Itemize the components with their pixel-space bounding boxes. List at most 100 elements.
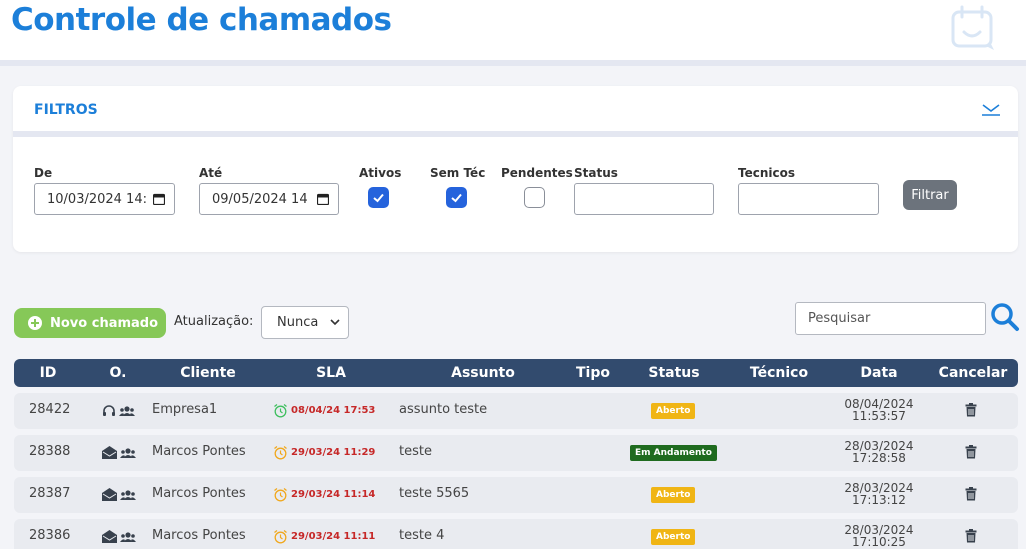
row-sla-value: 29/03/24 11:11 bbox=[291, 531, 376, 542]
row-origin bbox=[102, 404, 135, 418]
users-icon bbox=[120, 531, 136, 542]
sem-tec-checkbox[interactable] bbox=[446, 187, 467, 208]
sem-tec-label: Sem Téc bbox=[430, 166, 486, 180]
col-id[interactable]: ID bbox=[14, 359, 82, 387]
table-row[interactable]: 28386 Marcos Pontes 29/03/24 11:11 teste… bbox=[14, 519, 1018, 549]
alarm-clock-icon bbox=[274, 487, 287, 502]
filters-divider bbox=[13, 131, 1018, 137]
status-label: Status bbox=[574, 166, 618, 180]
users-icon bbox=[120, 447, 136, 458]
col-sla[interactable]: SLA bbox=[294, 359, 368, 387]
refresh-select[interactable]: Nunca bbox=[261, 306, 349, 339]
row-cliente: Empresa1 bbox=[152, 402, 218, 417]
row-cliente: Marcos Pontes bbox=[152, 486, 246, 501]
search-input[interactable]: Pesquisar bbox=[795, 302, 986, 335]
plus-circle-icon bbox=[28, 316, 42, 330]
status-badge: Aberto bbox=[651, 487, 696, 503]
row-date-time: 11:53:57 bbox=[852, 409, 906, 423]
trash-icon[interactable] bbox=[965, 445, 977, 459]
search-icon[interactable] bbox=[990, 302, 1020, 332]
ativos-checkbox[interactable] bbox=[368, 187, 389, 208]
row-date: 28/03/2024 17:28:58 bbox=[829, 440, 929, 464]
de-date-value: 10/03/2024 14: bbox=[47, 191, 147, 207]
users-icon bbox=[119, 406, 135, 416]
page-header: Controle de chamados bbox=[0, 0, 1026, 60]
row-sla: 29/03/24 11:11 bbox=[273, 529, 375, 544]
collapse-chevron-icon[interactable] bbox=[980, 100, 1002, 118]
refresh-select-value: Nunca bbox=[277, 315, 319, 330]
table-header: ID O. Cliente SLA Assunto Tipo Status Té… bbox=[14, 359, 1018, 387]
row-assunto: assunto teste bbox=[399, 402, 488, 417]
col-cancelar[interactable]: Cancelar bbox=[938, 359, 1008, 387]
col-assunto[interactable]: Assunto bbox=[434, 359, 532, 387]
tecnicos-input[interactable] bbox=[738, 183, 879, 215]
row-assunto: teste bbox=[399, 444, 432, 459]
col-tipo[interactable]: Tipo bbox=[564, 359, 622, 387]
alarm-clock-icon bbox=[274, 529, 287, 544]
row-sla-value: 08/04/24 17:53 bbox=[291, 405, 376, 416]
filters-title: FILTROS bbox=[34, 102, 98, 118]
calendar-icon[interactable] bbox=[317, 193, 329, 205]
row-origin bbox=[102, 488, 136, 501]
row-origin bbox=[102, 446, 136, 459]
check-icon bbox=[451, 193, 462, 203]
status-input[interactable] bbox=[574, 183, 714, 215]
col-origin[interactable]: O. bbox=[98, 359, 138, 387]
chevron-down-icon bbox=[330, 319, 340, 326]
filters-panel: FILTROS De 10/03/2024 14: Até 09/05/2024… bbox=[13, 86, 1018, 252]
ate-date-value: 09/05/2024 14 bbox=[212, 191, 308, 207]
row-sla: 08/04/24 17:53 bbox=[273, 403, 375, 418]
col-cliente[interactable]: Cliente bbox=[164, 359, 252, 387]
refresh-label: Atualização: bbox=[174, 314, 254, 329]
trash-icon[interactable] bbox=[965, 529, 977, 543]
email-icon bbox=[102, 446, 117, 459]
de-label: De bbox=[34, 166, 53, 180]
row-sla-value: 29/03/24 11:14 bbox=[291, 489, 376, 500]
col-data[interactable]: Data bbox=[844, 359, 914, 387]
email-icon bbox=[102, 530, 117, 543]
row-date-time: 17:10:25 bbox=[852, 535, 906, 549]
trash-icon[interactable] bbox=[965, 403, 977, 417]
ativos-label: Ativos bbox=[359, 166, 402, 180]
row-date: 08/04/2024 11:53:57 bbox=[829, 398, 929, 422]
table-row[interactable]: 28388 Marcos Pontes 29/03/24 11:29 teste… bbox=[14, 435, 1018, 471]
col-status[interactable]: Status bbox=[634, 359, 714, 387]
table-row[interactable]: 28422 Empresa1 08/04/24 17:53 assunto te… bbox=[14, 393, 1018, 429]
row-assunto: teste 4 bbox=[399, 528, 445, 543]
header-divider bbox=[0, 60, 1026, 66]
row-sla: 29/03/24 11:29 bbox=[273, 445, 375, 460]
row-id: 28387 bbox=[29, 486, 71, 501]
status-badge: Aberto bbox=[651, 403, 696, 419]
row-assunto: teste 5565 bbox=[399, 486, 470, 501]
status-badge: Em Andamento bbox=[630, 445, 717, 461]
ate-label: Até bbox=[199, 166, 223, 180]
row-sla-value: 29/03/24 11:29 bbox=[291, 447, 376, 458]
ate-date-input[interactable]: 09/05/2024 14 bbox=[199, 183, 339, 215]
de-date-input[interactable]: 10/03/2024 14: bbox=[34, 183, 175, 215]
trash-icon[interactable] bbox=[965, 487, 977, 501]
calendar-icon[interactable] bbox=[153, 193, 165, 205]
row-id: 28388 bbox=[29, 444, 71, 459]
table-row[interactable]: 28387 Marcos Pontes 29/03/24 11:14 teste… bbox=[14, 477, 1018, 513]
check-icon bbox=[373, 193, 384, 203]
alarm-clock-icon bbox=[274, 445, 287, 460]
row-cliente: Marcos Pontes bbox=[152, 528, 246, 543]
status-badge: Aberto bbox=[651, 529, 696, 545]
filter-button[interactable]: Filtrar bbox=[903, 180, 957, 210]
new-ticket-button[interactable]: Novo chamado bbox=[14, 308, 166, 338]
row-origin bbox=[102, 530, 136, 543]
row-date-time: 17:28:58 bbox=[852, 451, 906, 465]
row-sla: 29/03/24 11:14 bbox=[273, 487, 375, 502]
row-id: 28422 bbox=[29, 402, 71, 417]
row-id: 28386 bbox=[29, 528, 71, 543]
row-date-time: 17:13:12 bbox=[852, 493, 906, 507]
email-icon bbox=[102, 488, 117, 501]
page-title: Controle de chamados bbox=[11, 2, 392, 38]
row-date: 28/03/2024 17:13:12 bbox=[829, 482, 929, 506]
col-tecnico[interactable]: Técnico bbox=[739, 359, 819, 387]
alarm-clock-icon bbox=[274, 403, 287, 418]
headset-icon bbox=[103, 405, 115, 416]
row-date: 28/03/2024 17:10:25 bbox=[829, 524, 929, 548]
pendentes-checkbox[interactable] bbox=[524, 187, 545, 208]
new-ticket-label: Novo chamado bbox=[50, 315, 159, 331]
